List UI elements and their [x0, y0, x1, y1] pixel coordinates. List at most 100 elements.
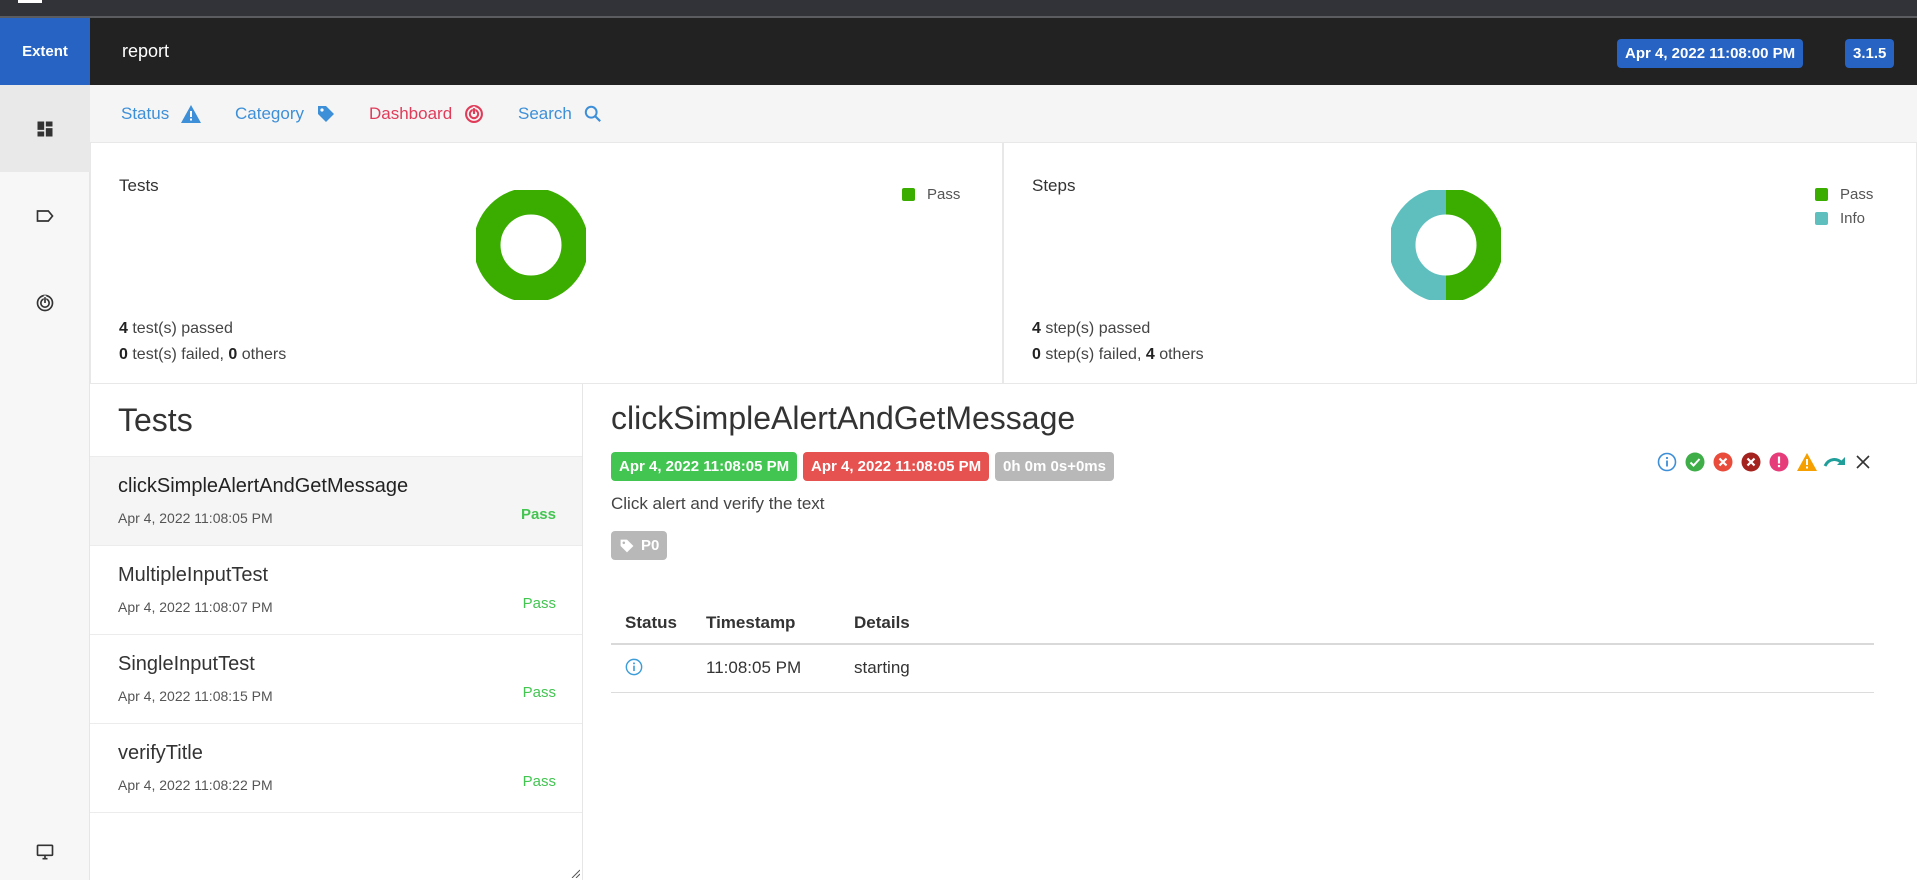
sidebar-item-environment[interactable] — [0, 837, 90, 867]
steps-failed-line: 0 step(s) failed, 4 others — [1032, 342, 1204, 368]
nav-dashboard[interactable]: Dashboard — [369, 85, 484, 142]
tests-passed-line: 4 test(s) passed — [119, 316, 286, 342]
top-nav: Status Category Dashboard Search — [90, 85, 1917, 142]
test-status: Pass — [522, 773, 556, 790]
nav-search-label: Search — [518, 103, 572, 123]
pass-icon[interactable] — [1681, 452, 1709, 472]
start-time-badge: Apr 4, 2022 11:08:05 PM — [611, 452, 798, 481]
brand-logo[interactable]: Extent — [0, 18, 90, 85]
donut-slice-pass[interactable] — [476, 190, 586, 300]
steps-others-label: others — [1154, 346, 1204, 363]
test-time: Apr 4, 2022 11:08:22 PM — [118, 777, 273, 793]
tests-chart-title: Tests — [119, 176, 159, 195]
donut-slice-info[interactable] — [1391, 190, 1447, 300]
browser-tab-marker — [18, 0, 42, 3]
status-filter-icons — [1653, 452, 1877, 472]
tests-others-count: 0 — [228, 346, 238, 363]
step-status-cell — [611, 644, 692, 693]
legend-label: Pass — [927, 185, 961, 203]
test-status: Pass — [522, 684, 556, 701]
steps-table-header: Status Timestamp Details — [611, 602, 1874, 645]
error-icon[interactable] — [1765, 452, 1793, 472]
test-list-item[interactable]: MultipleInputTest Apr 4, 2022 11:08:07 P… — [90, 545, 582, 634]
info-icon — [625, 658, 643, 676]
legend-swatch — [1815, 187, 1828, 201]
test-detail-title: clickSimpleAlertAndGetMessage — [611, 400, 1076, 436]
tests-others-label: others — [237, 346, 287, 363]
steps-chart-title: Steps — [1032, 176, 1076, 195]
steps-others-count: 4 — [1145, 346, 1155, 363]
step-timestamp: 11:08:05 PM — [692, 644, 840, 693]
skip-icon[interactable] — [1821, 454, 1849, 470]
sidebar-item-tests[interactable] — [0, 85, 90, 172]
steps-chart-legend: Pass Info — [1815, 182, 1873, 230]
steps-chart-card: Steps Pass Info 4 step(s) passed 0 step(s… — [1003, 142, 1917, 384]
test-list-item[interactable]: clickSimpleAlertAndGetMessage Apr 4, 202… — [90, 456, 582, 545]
report-name: report — [122, 41, 170, 61]
test-name: MultipleInputTest — [118, 564, 269, 586]
nav-category[interactable]: Category — [235, 85, 336, 142]
nav-status-label: Status — [121, 103, 170, 123]
test-time: Apr 4, 2022 11:08:15 PM — [118, 688, 273, 704]
sidebar — [0, 85, 90, 880]
nav-dashboard-label: Dashboard — [369, 103, 453, 123]
sidebar-item-category[interactable] — [0, 172, 90, 259]
nav-status[interactable]: Status — [121, 85, 202, 142]
steps-summary: 4 step(s) passed 0 step(s) failed, 4 oth… — [1032, 316, 1204, 368]
version-badge: 3.1.5 — [1845, 39, 1895, 68]
test-name: clickSimpleAlertAndGetMessage — [118, 475, 409, 497]
legend-item-pass[interactable]: Pass — [902, 182, 960, 206]
col-header-timestamp: Timestamp — [692, 602, 840, 645]
test-time: Apr 4, 2022 11:08:07 PM — [118, 599, 273, 615]
category-tag[interactable]: P0 — [611, 531, 668, 560]
clear-filter-icon[interactable] — [1849, 454, 1877, 470]
nav-search[interactable]: Search — [518, 85, 602, 142]
donut-slice-pass[interactable] — [1445, 190, 1501, 300]
tests-passed-label: test(s) passed — [127, 320, 233, 337]
tag-icon — [316, 104, 336, 124]
end-time-badge: Apr 4, 2022 11:08:05 PM — [803, 452, 990, 481]
legend-item-info[interactable]: Info — [1815, 206, 1873, 230]
col-header-details: Details — [840, 602, 1874, 645]
warning-icon[interactable] — [1793, 452, 1821, 472]
steps-passed-count: 4 — [1032, 320, 1041, 337]
fatal-icon[interactable] — [1737, 452, 1765, 472]
test-status: Pass — [522, 595, 556, 612]
test-name: SingleInputTest — [118, 653, 255, 675]
steps-donut-chart — [1391, 190, 1501, 300]
top-header: Extent report Apr 4, 2022 11:08:00 PM 3.… — [0, 18, 1917, 85]
test-list-title: Tests — [118, 402, 193, 438]
info-icon[interactable] — [1653, 452, 1681, 472]
sidebar-item-dashboard[interactable] — [0, 259, 90, 346]
tests-failed-count: 0 — [119, 346, 128, 363]
test-list-item[interactable]: SingleInputTest Apr 4, 2022 11:08:15 PM … — [90, 634, 582, 723]
test-description: Click alert and verify the text — [611, 494, 825, 513]
duration-badge: 0h 0m 0s+0ms — [995, 452, 1114, 481]
steps-failed-count: 0 — [1032, 346, 1041, 363]
browser-tab-strip — [0, 0, 1917, 18]
radar-icon — [464, 104, 484, 124]
test-detail-pane: clickSimpleAlertAndGetMessage Apr 4, 202… — [583, 384, 1917, 880]
dashboard-grid-icon — [37, 121, 53, 136]
legend-swatch — [1815, 211, 1828, 225]
tests-failed-label: test(s) failed, — [127, 346, 229, 363]
tests-chart-card: Tests Pass 4 test(s) passed 0 test(s) fa… — [90, 142, 1003, 384]
legend-item-pass[interactable]: Pass — [1815, 182, 1873, 206]
tests-summary: 4 test(s) passed 0 test(s) failed, 0 oth… — [119, 316, 286, 368]
col-header-status: Status — [611, 602, 692, 645]
radar-icon — [36, 294, 54, 311]
legend-label: Pass — [1840, 185, 1874, 203]
tests-donut-chart — [476, 190, 586, 300]
steps-failed-label: step(s) failed, — [1040, 346, 1146, 363]
test-list-pane: Tests clickSimpleAlertAndGetMessage Apr … — [90, 384, 583, 880]
legend-swatch — [902, 187, 915, 201]
steps-passed-label: step(s) passed — [1040, 320, 1151, 337]
tests-passed-count: 4 — [119, 320, 128, 337]
fail-icon[interactable] — [1709, 452, 1737, 472]
resize-handle-icon[interactable] — [570, 868, 580, 878]
steps-table: Status Timestamp Details 11:08:05 PM sta… — [611, 602, 1874, 693]
test-status: Pass — [520, 506, 556, 523]
step-details: starting — [840, 644, 1874, 693]
steps-passed-line: 4 step(s) passed — [1032, 316, 1204, 342]
test-list-item[interactable]: verifyTitle Apr 4, 2022 11:08:22 PM Pass — [90, 723, 582, 812]
